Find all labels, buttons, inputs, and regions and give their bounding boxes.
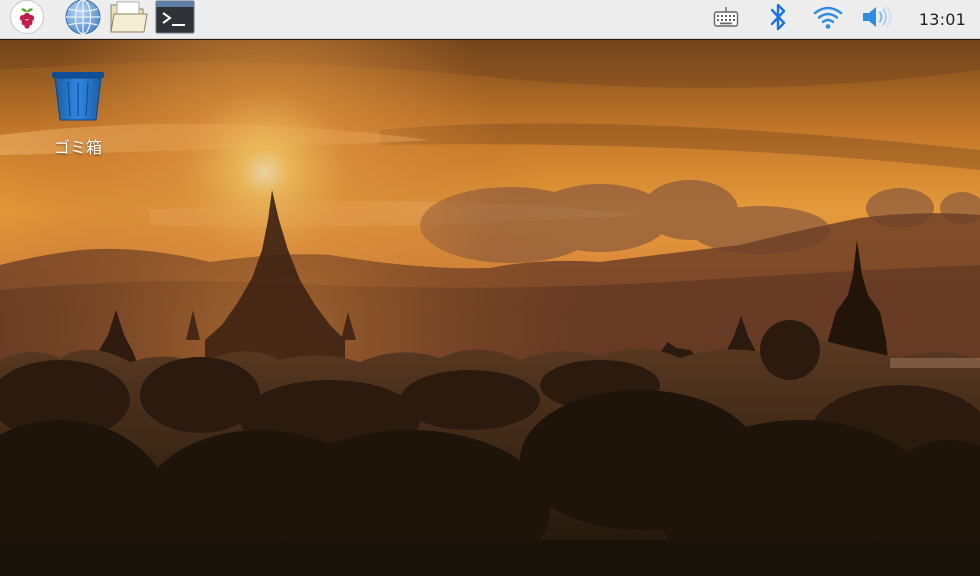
bluetooth-icon <box>769 2 787 36</box>
keyboard-layout-button[interactable] <box>713 0 739 39</box>
terminal-icon <box>155 0 195 38</box>
wallpaper-image <box>0 40 980 576</box>
top-panel: 13:01 <box>0 0 980 39</box>
globe-browser-icon <box>64 0 102 40</box>
clock[interactable]: 13:01 <box>919 10 966 29</box>
file-manager-launcher[interactable] <box>108 0 150 39</box>
volume-icon <box>861 4 893 34</box>
wifi-icon <box>813 4 843 34</box>
keyboard-icon <box>713 6 739 32</box>
wifi-button[interactable] <box>813 0 843 39</box>
desktop[interactable]: ゴミ箱 <box>0 40 980 576</box>
raspberry-menu-icon <box>9 0 45 39</box>
desktop-icon-trash[interactable]: ゴミ箱 <box>38 70 118 158</box>
trash-icon <box>51 70 105 126</box>
bluetooth-button[interactable] <box>769 0 787 39</box>
desktop-icon-label: ゴミ箱 <box>53 138 102 157</box>
system-tray: 13:01 <box>691 0 980 39</box>
main-menu-button[interactable] <box>6 0 48 39</box>
web-browser-launcher[interactable] <box>62 0 104 39</box>
folder-file-manager-icon <box>109 0 149 39</box>
launcher-bar <box>0 0 196 39</box>
volume-button[interactable] <box>861 0 893 39</box>
terminal-launcher[interactable] <box>154 0 196 39</box>
